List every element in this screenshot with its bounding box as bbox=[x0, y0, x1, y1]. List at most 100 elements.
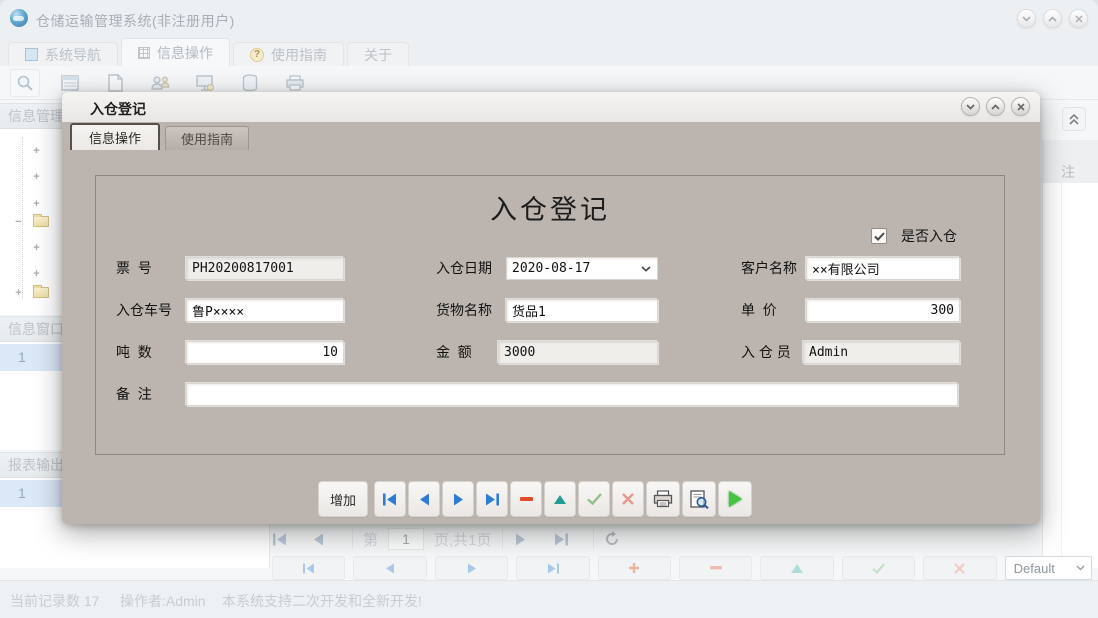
dialog-tab-info-operation[interactable]: 信息操作 bbox=[70, 123, 160, 150]
question-icon: ? bbox=[250, 48, 264, 62]
main-tab-strip: 系统导航 信息操作 ? 使用指南 关于 bbox=[0, 38, 1098, 66]
status-message: 本系统支持二次开发和全新开发! bbox=[222, 591, 422, 611]
dialog-body: 入仓登记 是否入仓 票 号 入仓日期 2020-08-17 bbox=[62, 150, 1040, 524]
operator-field[interactable] bbox=[803, 341, 960, 364]
folder-icon[interactable] bbox=[33, 216, 49, 227]
tree-collapse-icon[interactable] bbox=[14, 216, 23, 228]
previous-page-icon[interactable] bbox=[312, 533, 342, 546]
form-heading: 入仓登记 bbox=[96, 188, 1004, 227]
previous-record-button[interactable] bbox=[408, 481, 440, 517]
tree-expand-icon[interactable] bbox=[32, 198, 41, 210]
record-nav-bar: Default bbox=[272, 556, 1092, 580]
edit-record-button[interactable] bbox=[760, 556, 833, 580]
folder-icon[interactable] bbox=[33, 287, 49, 298]
divider bbox=[502, 529, 503, 549]
divider bbox=[593, 529, 594, 549]
next-record-button[interactable] bbox=[442, 481, 474, 517]
tab-info-operation[interactable]: 信息操作 bbox=[121, 38, 230, 66]
play-icon bbox=[729, 491, 742, 507]
dialog-warehouse-entry: 入仓登记 信息操作 使用指南 入仓登记 bbox=[62, 92, 1040, 524]
first-record-button[interactable] bbox=[374, 481, 406, 517]
app-logo-icon bbox=[10, 9, 28, 27]
close-button[interactable] bbox=[1069, 9, 1088, 28]
print-preview-button[interactable] bbox=[682, 481, 716, 517]
entry-checkbox[interactable] bbox=[871, 228, 887, 244]
style-select[interactable]: Default bbox=[1005, 556, 1092, 580]
entry-checkbox-label: 是否入仓 bbox=[901, 226, 957, 246]
add-record-button[interactable] bbox=[598, 556, 671, 580]
tree-expand-icon[interactable] bbox=[32, 171, 41, 183]
run-button[interactable] bbox=[718, 481, 752, 517]
ticket-no-field[interactable] bbox=[186, 257, 344, 280]
edit-record-button[interactable] bbox=[544, 481, 576, 517]
delete-record-button[interactable] bbox=[679, 556, 752, 580]
first-page-icon[interactable] bbox=[272, 533, 302, 546]
dialog-button-bar: 增加 bbox=[318, 481, 752, 517]
dialog-title: 入仓登记 bbox=[90, 99, 146, 119]
triangle-up-icon bbox=[554, 495, 566, 504]
cancel-button[interactable] bbox=[923, 556, 996, 580]
unit-price-field[interactable] bbox=[806, 299, 960, 322]
tonnage-label: 吨 数 bbox=[116, 340, 152, 365]
minimize-button[interactable] bbox=[1017, 9, 1036, 28]
tab-system-nav[interactable]: 系统导航 bbox=[8, 42, 118, 66]
amount-field[interactable] bbox=[498, 341, 658, 364]
tab-about[interactable]: 关于 bbox=[347, 42, 409, 66]
goods-name-field[interactable] bbox=[506, 299, 658, 322]
x-icon bbox=[622, 493, 634, 505]
truck-no-field[interactable] bbox=[186, 299, 344, 322]
remark-field[interactable] bbox=[186, 383, 958, 406]
dialog-tab-user-guide[interactable]: 使用指南 bbox=[165, 126, 249, 150]
dialog-maximize-button[interactable] bbox=[986, 97, 1005, 116]
entry-date-select[interactable]: 2020-08-17 bbox=[506, 257, 658, 280]
title-bar: 仓储运输管理系统(非注册用户) bbox=[0, 0, 1098, 38]
maximize-button[interactable] bbox=[1043, 9, 1062, 28]
add-button[interactable]: 增加 bbox=[318, 481, 368, 517]
chevron-down-icon bbox=[641, 266, 651, 272]
check-icon bbox=[587, 493, 602, 505]
page-suffix: 页,共1页 bbox=[434, 529, 492, 550]
first-record-button[interactable] bbox=[272, 556, 345, 580]
square-icon bbox=[25, 48, 38, 61]
refresh-icon[interactable] bbox=[604, 531, 634, 547]
dialog-minimize-button[interactable] bbox=[961, 97, 980, 116]
next-page-icon[interactable] bbox=[513, 533, 543, 546]
previous-record-button[interactable] bbox=[353, 556, 426, 580]
status-record-count: 当前记录数 17 bbox=[10, 591, 99, 611]
entry-form-panel: 入仓登记 是否入仓 票 号 入仓日期 2020-08-17 bbox=[95, 175, 1005, 455]
entry-date-label: 入仓日期 bbox=[436, 256, 492, 281]
confirm-button[interactable] bbox=[842, 556, 915, 580]
amount-label: 金 额 bbox=[436, 340, 472, 365]
divider bbox=[352, 529, 353, 549]
last-record-button[interactable] bbox=[476, 481, 508, 517]
entry-checkbox-group: 是否入仓 bbox=[871, 226, 957, 246]
dialog-title-bar: 入仓登记 bbox=[62, 92, 1040, 122]
grid-icon bbox=[138, 47, 150, 59]
tree-expand-icon[interactable] bbox=[14, 287, 23, 299]
page-number-input[interactable] bbox=[388, 528, 424, 550]
last-page-icon[interactable] bbox=[553, 533, 583, 546]
last-record-button[interactable] bbox=[516, 556, 589, 580]
status-operator: 操作者:Admin bbox=[120, 591, 206, 611]
cancel-button[interactable] bbox=[612, 481, 644, 517]
tree-expand-icon[interactable] bbox=[32, 145, 41, 157]
remark-label: 备 注 bbox=[116, 382, 152, 407]
chevrons-up-icon bbox=[1069, 114, 1079, 125]
operator-label: 入 仓 员 bbox=[741, 340, 791, 365]
search-icon[interactable] bbox=[10, 69, 40, 97]
tree-expand-icon[interactable] bbox=[32, 242, 41, 254]
chevron-down-icon bbox=[1076, 565, 1085, 571]
tree-expand-icon[interactable] bbox=[32, 268, 41, 280]
confirm-button[interactable] bbox=[578, 481, 610, 517]
customer-name-field[interactable] bbox=[806, 257, 960, 280]
dialog-close-button[interactable] bbox=[1011, 97, 1030, 116]
collapse-panel-button[interactable] bbox=[1062, 107, 1086, 131]
delete-record-button[interactable] bbox=[510, 481, 542, 517]
goods-name-label: 货物名称 bbox=[436, 298, 492, 323]
print-button[interactable] bbox=[646, 481, 680, 517]
previous-icon bbox=[418, 493, 431, 506]
minus-icon bbox=[520, 497, 533, 501]
tab-user-guide[interactable]: ? 使用指南 bbox=[233, 42, 344, 66]
next-record-button[interactable] bbox=[435, 556, 508, 580]
tonnage-field[interactable] bbox=[186, 341, 344, 364]
